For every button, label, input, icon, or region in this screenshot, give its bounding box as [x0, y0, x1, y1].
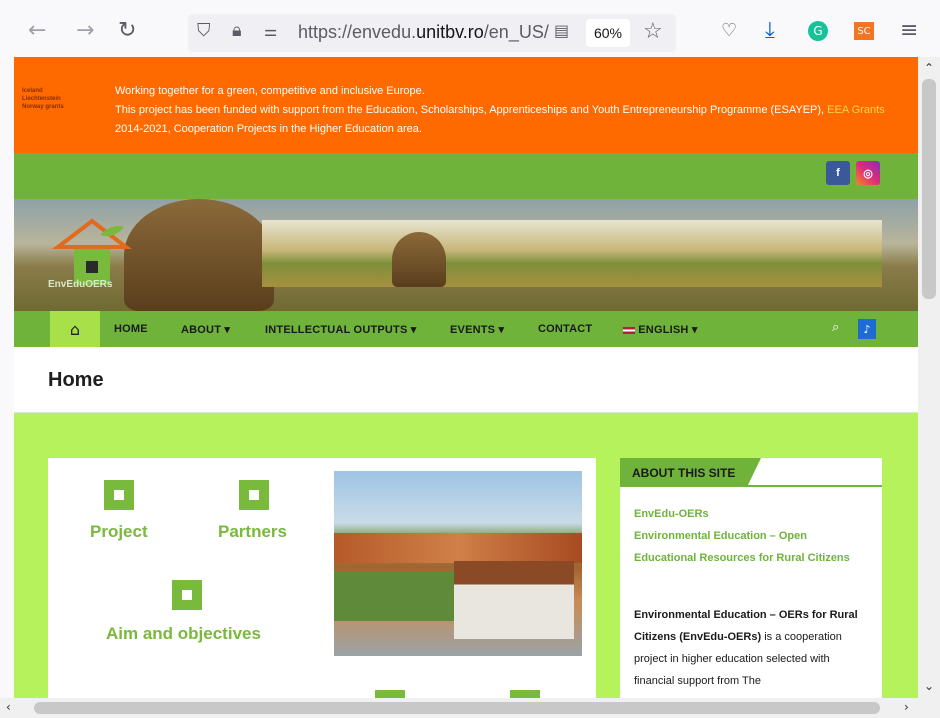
- scroll-up-icon[interactable]: ⌃: [924, 61, 934, 75]
- search-icon[interactable]: ⌕: [832, 320, 839, 335]
- reload-icon[interactable]: ↻: [118, 18, 136, 43]
- sidebar-link-title[interactable]: Environmental Education – Open Education…: [634, 525, 866, 569]
- scroll-down-icon[interactable]: ⌄: [924, 679, 934, 693]
- us-flag-icon: [623, 326, 635, 334]
- project-icon[interactable]: [104, 480, 134, 510]
- partners-link[interactable]: Partners: [218, 522, 287, 542]
- back-icon[interactable]: ←: [28, 18, 46, 43]
- landscape-image: [262, 220, 882, 287]
- sidebar-heading: ABOUT THIS SITE: [620, 458, 762, 487]
- main-nav: ⌂ HOME ABOUT ▾ INTELLECTUAL OUTPUTS ▾ EV…: [14, 311, 918, 347]
- url-text[interactable]: https://envedu.unitbv.ro/en_US/: [298, 22, 549, 43]
- nav-item-language[interactable]: ENGLISH ▾: [623, 323, 698, 336]
- sidebar-link-envedu[interactable]: EnvEdu-OERs: [634, 503, 866, 525]
- horizontal-scroll-thumb[interactable]: [34, 702, 880, 714]
- nav-item-events[interactable]: EVENTS ▾: [450, 323, 504, 336]
- sidebar-description: Environmental Education – OERs for Rural…: [634, 609, 858, 687]
- about-sidebar: ABOUT THIS SITE EnvEdu-OERs Environmenta…: [620, 458, 882, 698]
- vertical-scroll-thumb[interactable]: [922, 79, 936, 299]
- grammarly-icon[interactable]: G: [808, 21, 828, 41]
- pocket-icon[interactable]: ♡: [721, 20, 737, 41]
- reader-view-icon[interactable]: ▤: [554, 21, 569, 40]
- lock-icon[interactable]: 🔒︎: [232, 20, 242, 41]
- haystack-image: [124, 199, 274, 311]
- download-icon[interactable]: ⤓: [765, 18, 775, 43]
- card-icon-partial-2[interactable]: [510, 690, 540, 698]
- facebook-icon[interactable]: f: [826, 161, 850, 185]
- bookmark-star-icon[interactable]: ☆: [643, 19, 663, 44]
- shield-icon[interactable]: ⛉: [197, 20, 211, 41]
- extension-icon[interactable]: SC: [854, 22, 874, 40]
- scroll-left-icon[interactable]: ‹: [6, 700, 11, 714]
- funding-text: Working together for a green, competitiv…: [115, 85, 885, 135]
- envedu-logo: [52, 218, 132, 285]
- forward-icon[interactable]: →: [76, 18, 94, 43]
- card-icon-partial-1[interactable]: [375, 690, 405, 698]
- browser-toolbar: ← → ↻ ⛉ 🔒︎ ⚌ https://envedu.unitbv.ro/en…: [0, 0, 940, 57]
- page-viewport: Iceland Liechtenstein Norway grants Work…: [14, 57, 918, 698]
- page-title-area: Home: [14, 347, 918, 413]
- sidebar-header: ABOUT THIS SITE: [620, 458, 882, 487]
- site-logo-text: EnvEduOERs: [48, 279, 113, 290]
- eea-grants-link[interactable]: EEA Grants: [827, 104, 884, 116]
- notification-bell-icon[interactable]: ♪: [858, 319, 876, 339]
- aim-icon[interactable]: [172, 580, 202, 610]
- nav-item-contact[interactable]: CONTACT: [538, 323, 592, 335]
- instagram-icon[interactable]: ◎: [856, 161, 880, 185]
- funding-banner: Iceland Liechtenstein Norway grants Work…: [14, 57, 918, 153]
- village-photo: [334, 471, 582, 656]
- partners-icon[interactable]: [239, 480, 269, 510]
- vertical-scrollbar[interactable]: ⌃ ⌄: [918, 57, 940, 698]
- horizontal-scrollbar[interactable]: ‹ ›: [0, 698, 940, 718]
- menu-icon[interactable]: ≡: [900, 18, 918, 43]
- nav-item-about[interactable]: ABOUT ▾: [181, 323, 230, 336]
- scroll-right-icon[interactable]: ›: [904, 700, 909, 714]
- aim-link[interactable]: Aim and objectives: [106, 624, 261, 644]
- nav-item-intellectual-outputs[interactable]: INTELLECTUAL OUTPUTS ▾: [265, 323, 417, 336]
- nav-item-home[interactable]: HOME: [114, 323, 148, 335]
- eea-grants-logo: Iceland Liechtenstein Norway grants: [22, 88, 64, 110]
- social-bar: [14, 153, 918, 199]
- page-title: Home: [48, 369, 104, 391]
- project-link[interactable]: Project: [90, 522, 148, 542]
- home-icon[interactable]: ⌂: [50, 311, 100, 347]
- zoom-level[interactable]: 60%: [586, 19, 630, 47]
- header-banner: [14, 199, 918, 311]
- permissions-icon[interactable]: ⚌: [264, 22, 277, 40]
